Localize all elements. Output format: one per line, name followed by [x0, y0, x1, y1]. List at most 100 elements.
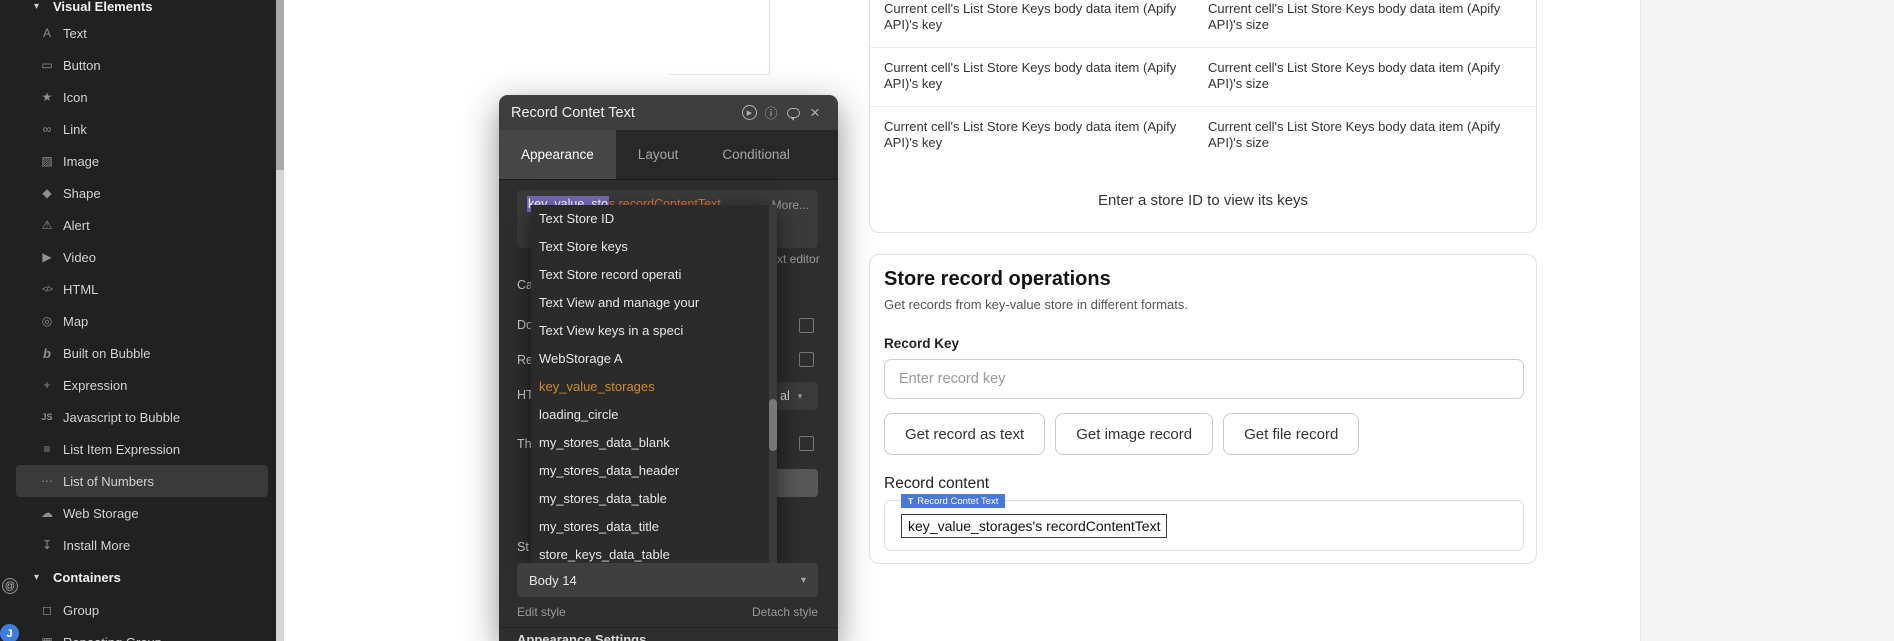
get-image-record-button[interactable]: Get image record: [1055, 413, 1213, 455]
star-icon: ★: [38, 90, 56, 104]
autocomplete-item[interactable]: Text View and manage your: [531, 289, 777, 317]
avatar[interactable]: J: [0, 624, 19, 641]
expression-more-button[interactable]: More...: [772, 198, 809, 212]
autocomplete-scrollbar-thumb[interactable]: [769, 399, 777, 451]
canvas-outside-page-area: [1640, 0, 1894, 641]
autocomplete-dropdown: Text Store ID Text Store keys Text Store…: [531, 205, 777, 569]
autocomplete-item[interactable]: my_stores_data_header: [531, 457, 777, 485]
autocomplete-item[interactable]: Text Store keys: [531, 233, 777, 261]
sidebar-item-install-more[interactable]: ↧ Install More: [16, 529, 268, 561]
sidebar-item-label: Built on Bubble: [63, 346, 150, 361]
sidebar-item-expression[interactable]: + Expression: [16, 369, 268, 401]
detach-style-link[interactable]: Detach style: [752, 605, 818, 619]
sidebar-item-built-on-bubble[interactable]: b Built on Bubble: [16, 337, 268, 369]
autocomplete-item[interactable]: Text View keys in a speci: [531, 317, 777, 345]
section-header-containers[interactable]: ▾ Containers: [16, 563, 268, 591]
table-row: Current cell's List Store Keys body data…: [870, 48, 1536, 107]
record-content-text-element[interactable]: key_value_storages's recordContentText: [901, 514, 1167, 538]
clipped-dropdown[interactable]: al ▾: [777, 382, 818, 410]
divider: [499, 627, 838, 628]
info-button[interactable]: ⓘ: [760, 103, 782, 122]
text-element-icon: T: [908, 496, 913, 506]
sidebar-item-label: Icon: [63, 90, 88, 105]
elements-sidebar: ▾ Visual Elements A Text ▭ Button ★ Icon…: [0, 0, 284, 641]
sidebar-item-link[interactable]: ∞ Link: [16, 113, 268, 145]
sidebar-item-label: List of Numbers: [63, 474, 154, 489]
sidebar-item-button[interactable]: ▭ Button: [16, 49, 268, 81]
close-button[interactable]: ×: [804, 103, 826, 123]
checkbox[interactable]: [799, 436, 814, 451]
autocomplete-item[interactable]: WebStorage A: [531, 345, 777, 373]
sidebar-item-web-storage[interactable]: ☁ Web Storage: [16, 497, 268, 529]
tab-appearance[interactable]: Appearance: [499, 130, 616, 179]
link-icon: ∞: [38, 122, 56, 136]
sidebar-item-javascript-to-bubble[interactable]: JS Javascript to Bubble: [16, 401, 268, 433]
tab-conditional[interactable]: Conditional: [700, 130, 812, 179]
store-record-operations-card: Store record operations Get records from…: [869, 254, 1537, 564]
get-record-as-text-button[interactable]: Get record as text: [884, 413, 1045, 455]
autocomplete-item[interactable]: my_stores_data_table: [531, 485, 777, 513]
autocomplete-item[interactable]: my_stores_data_blank: [531, 429, 777, 457]
tab-layout[interactable]: Layout: [616, 130, 701, 179]
sidebar-scrollbar-thumb[interactable]: [276, 0, 284, 170]
checkbox[interactable]: [799, 318, 814, 333]
ellipsis-icon: ⋯: [38, 474, 56, 488]
chevron-down-icon: ▾: [34, 572, 48, 583]
sidebar-item-html[interactable]: </> HTML: [16, 273, 268, 305]
table-cell-key: Current cell's List Store Keys body data…: [884, 1, 1208, 47]
autocomplete-item-highlighted[interactable]: key_value_storages: [531, 373, 777, 401]
autocomplete-item[interactable]: Text Store ID: [531, 205, 777, 233]
autocomplete-item[interactable]: my_stores_data_title: [531, 513, 777, 541]
comment-icon: [787, 108, 800, 118]
sidebar-item-alert[interactable]: ⚠ Alert: [16, 209, 268, 241]
sidebar-item-list-of-numbers[interactable]: ⋯ List of Numbers: [16, 465, 268, 497]
sidebar-item-text[interactable]: A Text: [16, 17, 268, 49]
sidebar-item-label: Install More: [63, 538, 130, 553]
sidebar-item-label: Web Storage: [63, 506, 139, 521]
table-cell-key: Current cell's List Store Keys body data…: [884, 60, 1208, 106]
comment-button[interactable]: [782, 108, 804, 118]
style-links-row: Edit style Detach style: [517, 605, 818, 619]
table-cell-size: Current cell's List Store Keys body data…: [1208, 1, 1522, 47]
sidebar-item-label: Map: [63, 314, 88, 329]
image-icon: ▨: [38, 154, 56, 168]
clipped-button[interactable]: [777, 469, 818, 497]
record-content-label: Record content: [884, 475, 989, 493]
group-icon: ◻: [38, 603, 56, 617]
list-icon: ≡: [38, 442, 56, 456]
sidebar-item-label: Group: [63, 603, 99, 618]
sidebar-item-label: Expression: [63, 378, 127, 393]
record-key-input[interactable]: [884, 359, 1524, 399]
record-actions: Get record as text Get image record Get …: [884, 413, 1359, 455]
autocomplete-item[interactable]: loading_circle: [531, 401, 777, 429]
sidebar-item-image[interactable]: ▨ Image: [16, 145, 268, 177]
popup-title-bar[interactable]: Record Contet Text ▶ ⓘ ×: [499, 95, 838, 130]
edit-style-link[interactable]: Edit style: [517, 605, 566, 619]
checkbox[interactable]: [799, 352, 814, 367]
popup-tab-bar: Appearance Layout Conditional: [499, 130, 838, 180]
open-text-editor-link[interactable]: xt editor: [777, 252, 820, 266]
section-header-label: Containers: [53, 570, 121, 585]
style-dropdown[interactable]: Body 14 ▾: [517, 563, 818, 597]
preview-button[interactable]: ▶: [738, 105, 760, 120]
sidebar-item-shape[interactable]: ◆ Shape: [16, 177, 268, 209]
bubble-logo-icon: b: [38, 346, 56, 361]
sidebar-item-map[interactable]: ◎ Map: [16, 305, 268, 337]
get-file-record-button[interactable]: Get file record: [1223, 413, 1359, 455]
mention-badge-icon[interactable]: @: [2, 578, 18, 594]
sidebar-item-icon[interactable]: ★ Icon: [16, 81, 268, 113]
sidebar-item-video[interactable]: ▶ Video: [16, 241, 268, 273]
chevron-down-icon: ▾: [798, 391, 803, 402]
sidebar-item-label: Repeating Group: [63, 635, 162, 641]
appearance-settings-section-header[interactable]: Appearance Settings: [517, 632, 646, 641]
sidebar-item-repeating-group[interactable]: ▦ Repeating Group: [16, 626, 268, 641]
card-title: Store record operations: [884, 268, 1111, 291]
autocomplete-item[interactable]: Text Store record operati: [531, 261, 777, 289]
sidebar-item-group[interactable]: ◻ Group: [16, 594, 268, 626]
plus-icon: +: [38, 378, 56, 392]
autocomplete-scrollbar[interactable]: [769, 205, 777, 569]
sidebar-scrollbar[interactable]: [276, 0, 284, 641]
clipped-field-label: Th: [517, 437, 532, 451]
sidebar-item-list-item-expression[interactable]: ≡ List Item Expression: [16, 433, 268, 465]
popup-body: key_value_stos recordContentText More...…: [499, 180, 838, 641]
